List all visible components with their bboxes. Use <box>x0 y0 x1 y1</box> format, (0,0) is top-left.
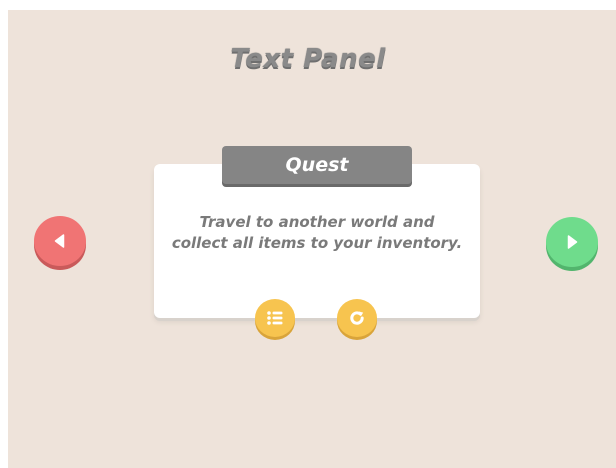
list-button[interactable] <box>255 299 295 337</box>
page-title: Text Panel <box>230 44 386 74</box>
triangle-left-icon <box>54 234 65 248</box>
prev-button[interactable] <box>34 216 86 266</box>
refresh-icon <box>350 311 364 325</box>
panel-header: Quest <box>222 146 412 184</box>
panel-header-label: Quest <box>285 154 349 176</box>
list-icon <box>267 311 283 325</box>
triangle-right-icon <box>567 235 578 249</box>
panel-body-text: Travel to another world and collect all … <box>171 213 463 252</box>
refresh-button[interactable] <box>337 299 377 337</box>
next-button[interactable] <box>546 217 598 267</box>
